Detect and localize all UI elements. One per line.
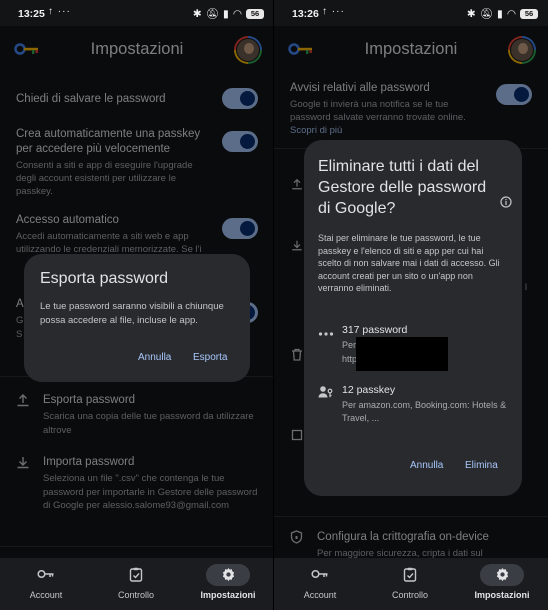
status-icons: ✱ 🔕︎ ▮ ◠ 56 [467,7,538,20]
status-bar: 13:25 ↑ ··· ✱ 🔕︎ ▮ ◠ 56 [0,0,274,26]
nav-checkup[interactable]: Controllo [370,564,450,600]
key-icon [37,569,55,581]
signal-icon: ▮ [497,7,503,20]
checklist-icon [403,567,417,584]
bottom-navigation: Account Controllo Impostazioni [0,558,274,610]
checklist-icon [129,567,143,584]
passkeys-detail: Per amazon.com, Booking.com: Hotels & Tr… [342,400,507,423]
passkeys-count: 12 passkey [342,384,396,396]
redacted-block [356,337,448,371]
cancel-button[interactable]: Annulla [138,352,171,363]
nav-label: Account [29,590,63,600]
nav-label: Account [303,590,337,600]
mute-icon: 🔕︎ [479,8,494,20]
nav-label: Impostazioni [474,590,530,600]
key-icon [311,569,329,581]
wifi-icon: ◠ [506,7,516,20]
mute-icon: 🔕︎ [205,8,220,20]
dialog-body: Stai per eliminare le tue password, le t… [318,233,500,293]
passkeys-count-entry: 12 passkey Per amazon.com, Booking.com: … [318,384,510,424]
cancel-button[interactable]: Annulla [410,460,443,471]
dialog-title: Esporta password [40,270,169,287]
passkey-person-icon [318,385,334,399]
status-notification-dots: ↑ ··· [322,6,345,17]
status-bar: 13:26 ↑ ··· ✱ 🔕︎ ▮ ◠ 56 [274,0,548,26]
bluetooth-icon: ✱ [192,7,202,20]
nav-checkup[interactable]: Controllo [96,564,176,600]
bottom-navigation: Account Controllo Impostazioni [274,558,548,610]
nav-label: Controllo [117,590,155,600]
nav-label: Impostazioni [200,590,256,600]
dialog-body: Le tue password saranno visibili a chiun… [40,301,224,326]
signal-icon: ▮ [223,7,229,20]
delete-button[interactable]: Elimina [465,460,498,471]
battery-icon: 56 [246,8,264,19]
status-time: 13:25 [18,8,45,20]
export-dialog: Esporta password Le tue password saranno… [24,254,250,382]
gear-icon [221,567,236,584]
nav-account[interactable]: Account [6,564,86,600]
right-screen: 13:26 ↑ ··· ✱ 🔕︎ ▮ ◠ 56 Impostazioni Avv… [274,0,548,610]
gear-icon [495,567,510,584]
status-icons: ✱ 🔕︎ ▮ ◠ 56 [193,7,264,20]
delete-data-dialog: Eliminare tutti i dati del Gestore delle… [304,140,522,496]
status-time: 13:26 [292,8,319,20]
info-icon[interactable] [500,195,512,208]
password-dots-icon [318,325,334,339]
nav-settings[interactable]: Impostazioni [188,564,268,600]
nav-account[interactable]: Account [280,564,360,600]
nav-settings[interactable]: Impostazioni [462,564,542,600]
bluetooth-icon: ✱ [466,7,476,20]
wifi-icon: ◠ [232,7,242,20]
dialog-title: Eliminare tutti i dati del Gestore delle… [318,158,487,217]
nav-label: Controllo [391,590,429,600]
battery-icon: 56 [520,8,538,19]
passwords-count: 317 password [342,324,408,336]
left-screen: 13:25 ↑ ··· ✱ 🔕︎ ▮ ◠ 56 Impostazioni Chi… [0,0,274,610]
status-notification-dots: ↑ ··· [48,6,71,17]
export-button[interactable]: Esporta [193,352,227,363]
